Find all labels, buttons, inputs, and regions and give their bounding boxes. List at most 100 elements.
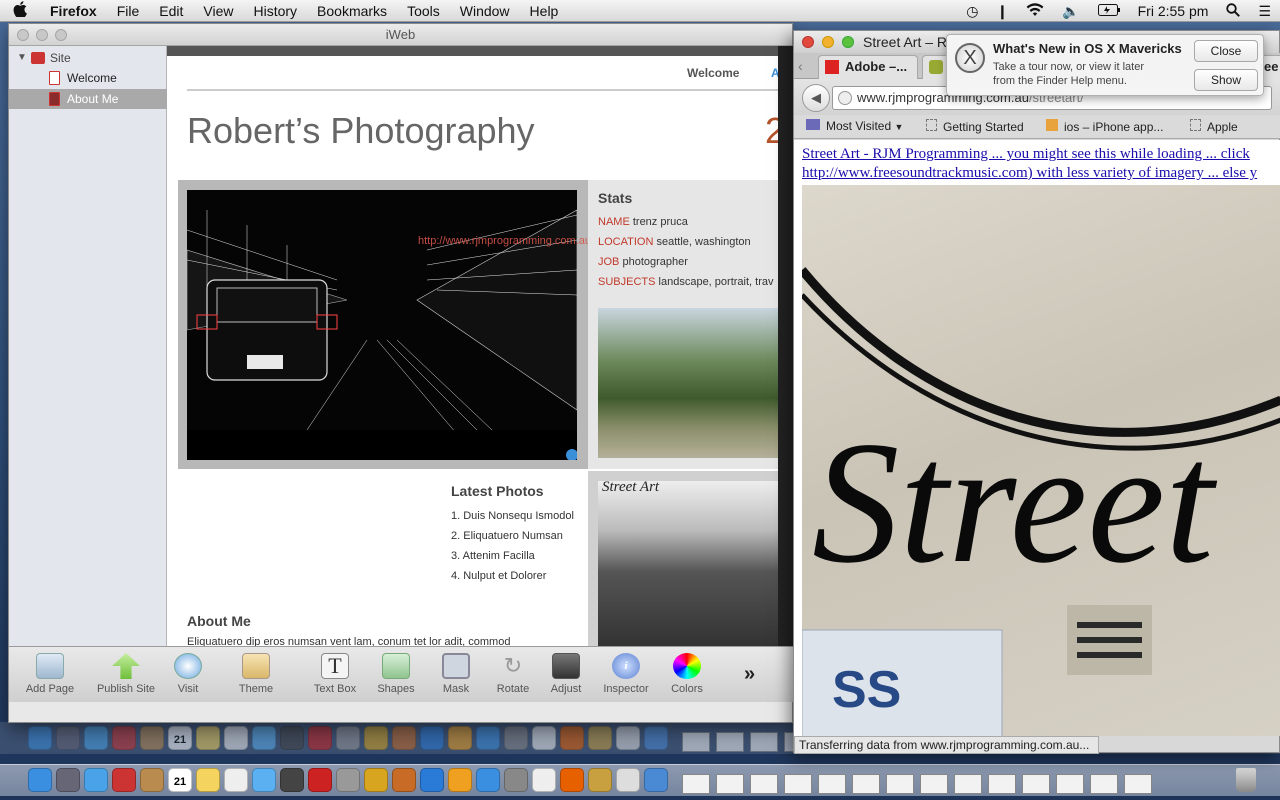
text-box-button[interactable]: T Text Box [304, 653, 366, 695]
wifi-icon[interactable] [1017, 2, 1053, 20]
notification-close-button[interactable]: Close [1194, 40, 1258, 62]
stats-panel[interactable]: Stats NAME trenz pruca LOCATION seattle,… [588, 180, 778, 469]
canvas-scrollbar[interactable] [778, 46, 794, 646]
menubar-clock[interactable]: Fri 2:55 pm [1129, 3, 1218, 19]
inspector-button[interactable]: i Inspector [595, 653, 657, 695]
photo-frame[interactable]: http://www.rjmprogramming.com.au/Busines… [178, 180, 745, 469]
menu-history[interactable]: History [243, 3, 307, 19]
minimized-window-thumbnail[interactable] [750, 774, 778, 794]
street-art-link[interactable]: Street Art - RJM Programming ... you mig… [802, 146, 1250, 163]
window-minimize-button[interactable] [822, 36, 834, 48]
soundtrack-link[interactable]: http://www.freesoundtrackmusic.com) with… [802, 165, 1257, 182]
ibooks-icon[interactable] [448, 768, 472, 792]
minimized-window-thumbnail[interactable] [886, 774, 914, 794]
minimized-window-thumbnail[interactable] [784, 774, 812, 794]
window-close-button[interactable] [17, 29, 29, 41]
site-identity-icon[interactable] [838, 91, 852, 105]
minimized-window-thumbnail[interactable] [682, 774, 710, 794]
window-zoom-button[interactable] [55, 29, 67, 41]
minimized-window-thumbnail[interactable] [954, 774, 982, 794]
minimized-window-thumbnail[interactable] [852, 774, 880, 794]
spotlight-search-icon[interactable] [1217, 2, 1249, 20]
itunes-icon[interactable] [420, 768, 444, 792]
menu-app-firefox[interactable]: Firefox [40, 3, 107, 19]
add-page-button[interactable]: Add Page [19, 653, 81, 695]
minimized-window-thumbnail[interactable] [920, 774, 948, 794]
browser-content[interactable]: Street Art - RJM Programming ... you mig… [794, 140, 1280, 736]
window-zoom-button[interactable] [842, 36, 854, 48]
colors-button[interactable]: Colors [656, 653, 718, 695]
visit-button[interactable]: Visit [157, 653, 219, 695]
menu-help[interactable]: Help [520, 3, 569, 19]
trash-icon[interactable] [1236, 768, 1256, 792]
bluetooth-icon[interactable]: ❙ [987, 3, 1017, 20]
publish-site-button[interactable]: Publish Site [95, 653, 157, 695]
guitar-icon[interactable] [392, 768, 416, 792]
tab-adobe[interactable]: Adobe –... [818, 55, 918, 79]
street-art-hero-image[interactable]: Street SS [802, 185, 1280, 736]
battery-icon[interactable] [1089, 3, 1129, 19]
messages-icon[interactable] [252, 768, 276, 792]
notes-icon[interactable] [196, 768, 220, 792]
park-photo[interactable] [598, 308, 778, 458]
tab-scroll-left-icon[interactable]: ‹ [798, 58, 803, 74]
sidebar-item-site[interactable]: ▼ Site [9, 48, 167, 68]
calendar-icon[interactable]: 21 [168, 768, 192, 792]
iweb-icon[interactable] [588, 768, 612, 792]
street-photo[interactable] [187, 190, 577, 460]
notification-show-button[interactable]: Show [1194, 69, 1258, 91]
preview-icon[interactable] [616, 768, 640, 792]
minimized-window-thumbnail[interactable] [1056, 774, 1084, 794]
bookmark-most-visited[interactable]: Most Visited ▼ [806, 119, 903, 133]
back-button[interactable]: ◀ [802, 84, 830, 112]
photobooth-icon[interactable] [308, 768, 332, 792]
xcode-icon[interactable] [644, 768, 668, 792]
no-entry-icon[interactable] [336, 768, 360, 792]
itunes-star-icon[interactable] [364, 768, 388, 792]
volume-icon[interactable]: 🔈 [1053, 3, 1088, 20]
firefox-icon[interactable] [560, 768, 584, 792]
app-store-icon[interactable] [476, 768, 500, 792]
sidebar-item-about-me[interactable]: About Me [9, 89, 167, 109]
bookmark-getting-started[interactable]: Getting Started [926, 119, 1024, 134]
adjust-button[interactable]: Adjust [535, 653, 597, 695]
menu-view[interactable]: View [193, 3, 243, 19]
bookmark-ios[interactable]: ios – iPhone app... [1046, 119, 1163, 134]
disclosure-triangle-icon[interactable]: ▼ [17, 48, 27, 68]
notification-banner[interactable]: X What's New in OS X Mavericks Take a to… [946, 34, 1264, 96]
street-art-frame[interactable]: Street Art [588, 471, 778, 646]
minimized-window-thumbnail[interactable] [988, 774, 1016, 794]
window-minimize-button[interactable] [36, 29, 48, 41]
page-title[interactable]: Robert’s Photography [187, 110, 535, 152]
system-preferences-icon[interactable] [504, 768, 528, 792]
photo-booth-icon[interactable] [112, 768, 136, 792]
bookmark-apple[interactable]: Apple [1190, 119, 1238, 134]
reminders-icon[interactable] [224, 768, 248, 792]
menu-tools[interactable]: Tools [397, 3, 450, 19]
launchpad-icon[interactable] [56, 768, 80, 792]
iweb-page-canvas[interactable]: Welcome A Robert’s Photography 2 http://… [167, 46, 778, 646]
about-me-body[interactable]: Eliquatuero dip eros numsan vent lam, co… [187, 636, 510, 646]
minimized-window-thumbnail[interactable] [1124, 774, 1152, 794]
contacts-icon[interactable] [140, 768, 164, 792]
window-close-button[interactable] [802, 36, 814, 48]
street-art-photo[interactable] [598, 481, 778, 646]
apple-menu-icon[interactable] [0, 0, 40, 21]
textedit-icon[interactable] [532, 768, 556, 792]
facetime-icon[interactable] [280, 768, 304, 792]
time-machine-icon[interactable]: ◷ [957, 3, 987, 20]
finder-icon[interactable] [28, 768, 52, 792]
minimized-window-thumbnail[interactable] [1090, 774, 1118, 794]
minimized-window-thumbnail[interactable] [1022, 774, 1050, 794]
sidebar-item-welcome[interactable]: Welcome [9, 68, 167, 88]
shapes-button[interactable]: Shapes [365, 653, 427, 695]
page-nav-welcome[interactable]: Welcome [687, 66, 739, 80]
theme-button[interactable]: Theme [225, 653, 287, 695]
notification-center-icon[interactable]: ☰ [1249, 3, 1280, 20]
menu-bookmarks[interactable]: Bookmarks [307, 3, 397, 19]
minimized-window-thumbnail[interactable] [716, 774, 744, 794]
menu-edit[interactable]: Edit [149, 3, 193, 19]
menu-file[interactable]: File [107, 3, 150, 19]
menu-window[interactable]: Window [450, 3, 520, 19]
minimized-window-thumbnail[interactable] [818, 774, 846, 794]
